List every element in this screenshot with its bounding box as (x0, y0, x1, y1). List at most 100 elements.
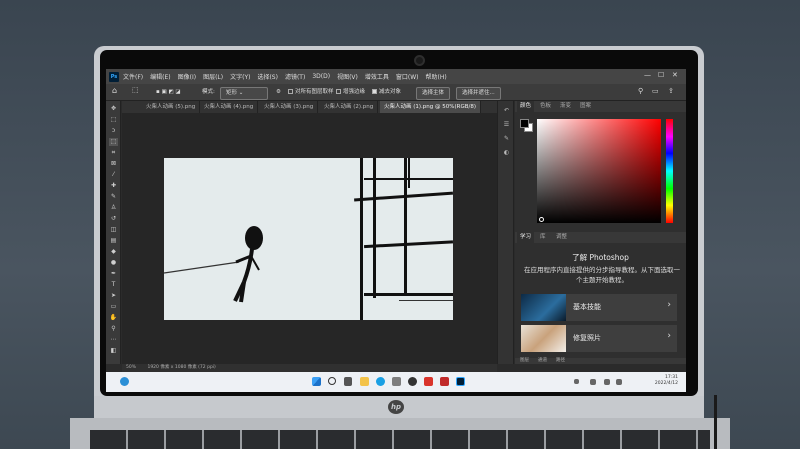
tray-chevron-icon[interactable] (574, 379, 579, 384)
adjust-panel-icon[interactable]: ◐ (502, 149, 511, 157)
artboard[interactable] (164, 158, 453, 320)
learn-card-basic-skills[interactable]: 基本技能 › (521, 294, 677, 321)
workspace-icon[interactable]: ▭ (652, 86, 659, 97)
tab-doc-1[interactable]: 火柴人动画 (1).png @ 50%(RGB/8) (380, 101, 481, 113)
canvas-area[interactable] (122, 113, 497, 364)
marquee-tool-icon[interactable]: ⬚ (109, 116, 118, 124)
pen-tool-icon[interactable]: ✒ (109, 270, 118, 278)
tab-channels[interactable]: 通道 (535, 358, 550, 364)
menu-plugins[interactable]: 增效工具 (365, 72, 389, 81)
color-picker-field[interactable] (537, 119, 661, 223)
path-select-icon[interactable]: ➤ (109, 292, 118, 300)
tab-patterns[interactable]: 图案 (577, 101, 594, 112)
search-icon[interactable] (328, 377, 336, 385)
hand-tool-icon[interactable]: ✋ (109, 314, 118, 322)
select-subject-button[interactable]: 选择主体 (416, 87, 451, 100)
tab-color[interactable]: 颜色 (517, 101, 535, 112)
minimize-button[interactable]: — (644, 71, 651, 79)
system-clock[interactable]: 17:31 2022/4/12 (655, 375, 678, 387)
menu-select[interactable]: 选择(S) (257, 72, 278, 81)
windows-start-icon[interactable] (312, 377, 321, 386)
eyedropper-tool-icon[interactable]: ⁄ (109, 171, 118, 179)
tab-doc-2[interactable]: 火柴人动画 (2).png (320, 101, 379, 113)
document-info[interactable]: 1920 像素 x 1080 像素 (72 ppi) (147, 365, 215, 370)
tab-gradients[interactable]: 渐变 (557, 101, 574, 112)
frame-tool-icon[interactable]: ⊠ (109, 160, 118, 168)
share-icon[interactable]: ⇪ (668, 86, 674, 97)
properties-panel-icon[interactable]: ☰ (502, 121, 511, 129)
brush-tool-icon[interactable]: ✎ (109, 193, 118, 201)
menu-help[interactable]: 帮助(H) (426, 72, 447, 81)
volume-icon[interactable] (616, 379, 622, 385)
eraser-tool-icon[interactable]: ◫ (109, 226, 118, 234)
app-icon[interactable] (440, 377, 449, 386)
brush-panel-icon[interactable]: ✎ (502, 135, 511, 143)
crop-tool-icon[interactable]: ⌗ (109, 149, 118, 157)
enhance-edge-checkbox[interactable]: 增强边缘 (336, 87, 365, 98)
edge-browser-icon[interactable] (376, 377, 385, 386)
dodge-tool-icon[interactable]: ● (109, 259, 118, 267)
file-explorer-icon[interactable] (360, 377, 369, 386)
task-view-icon[interactable] (344, 377, 352, 386)
more-tools-icon[interactable]: ⋯ (109, 336, 118, 344)
tray-icon[interactable] (590, 379, 596, 385)
menu-window[interactable]: 窗口(W) (396, 72, 419, 81)
color-panel-tabs: 颜色 色板 渐变 图案 (515, 101, 686, 112)
gradient-tool-icon[interactable]: ▤ (109, 237, 118, 245)
tab-adjustments[interactable]: 调整 (553, 232, 570, 243)
history-panel-icon[interactable]: ↶ (502, 107, 511, 115)
menu-view[interactable]: 视图(V) (337, 72, 358, 81)
menu-edit[interactable]: 编辑(E) (150, 72, 170, 81)
panel-icon-strip: ↶ ☰ ✎ ◐ (497, 101, 514, 364)
zoom-level[interactable]: 50% (126, 365, 136, 370)
selection-mode-icons[interactable]: ▪ ▣ ◩ ◪ (156, 87, 181, 98)
close-button[interactable]: ✕ (672, 71, 678, 79)
foreground-background-swatch[interactable] (520, 119, 534, 133)
object-select-tool-icon[interactable]: ⬚ (109, 138, 118, 146)
menu-image[interactable]: 图像(I) (178, 72, 196, 81)
menu-layer[interactable]: 图层(L) (203, 72, 223, 81)
learn-title: 了解 Photoshop (572, 253, 629, 262)
hue-slider[interactable] (666, 119, 673, 223)
gear-icon[interactable]: ⚙ (276, 87, 281, 98)
select-and-mask-button[interactable]: 选择并遮住... (456, 87, 501, 100)
tab-learn[interactable]: 学习 (517, 232, 535, 243)
menu-3d[interactable]: 3D(D) (312, 73, 330, 80)
subtract-object-checkbox[interactable]: 减去对象 (372, 87, 401, 98)
menu-filter[interactable]: 滤镜(T) (285, 72, 305, 81)
color-picker-cursor[interactable] (539, 217, 544, 222)
learn-card-fix-photo[interactable]: 修复照片 › (521, 325, 677, 352)
rectangle-tool-icon[interactable]: ▭ (109, 303, 118, 311)
mode-select[interactable]: 矩形 ⌄ (220, 87, 268, 100)
wps-icon[interactable] (424, 377, 433, 386)
settings-icon[interactable] (408, 377, 417, 386)
menu-file[interactable]: 文件(F) (123, 72, 143, 81)
stamp-tool-icon[interactable]: ♙ (109, 204, 118, 212)
tab-layers[interactable]: 图层 (517, 358, 532, 364)
tab-doc-5[interactable]: 火柴人动画 (5).png (142, 101, 201, 113)
maximize-button[interactable]: ☐ (658, 71, 664, 79)
store-icon[interactable] (392, 377, 401, 386)
healing-brush-icon[interactable]: ✚ (109, 182, 118, 190)
object-select-tool-icon[interactable]: ⬚ (132, 85, 139, 96)
tab-paths[interactable]: 路径 (553, 358, 568, 364)
move-tool-icon[interactable]: ✥ (109, 105, 118, 113)
tab-doc-3[interactable]: 火柴人动画 (3).png (260, 101, 319, 113)
tab-swatches[interactable]: 色板 (537, 101, 554, 112)
color-swatch-icon[interactable]: ◧ (109, 347, 118, 355)
type-tool-icon[interactable]: T (109, 281, 118, 289)
history-brush-icon[interactable]: ↺ (109, 215, 118, 223)
tab-libraries[interactable]: 库 (537, 232, 549, 243)
search-icon[interactable]: ⚲ (638, 86, 643, 97)
lasso-tool-icon[interactable]: ↄ (109, 127, 118, 135)
wifi-icon[interactable] (604, 379, 610, 385)
menu-type[interactable]: 文字(Y) (230, 72, 250, 81)
tab-doc-4[interactable]: 火柴人动画 (4).png (200, 101, 259, 113)
sample-all-layers-checkbox[interactable]: 对所有图层取样 (288, 87, 334, 98)
photoshop-taskbar-icon[interactable] (456, 377, 465, 386)
home-icon[interactable]: ⌂ (112, 85, 117, 96)
tripod-stand (700, 395, 730, 449)
blur-tool-icon[interactable]: ◆ (109, 248, 118, 256)
weather-icon[interactable] (120, 377, 129, 386)
zoom-tool-icon[interactable]: ⚲ (109, 325, 118, 333)
